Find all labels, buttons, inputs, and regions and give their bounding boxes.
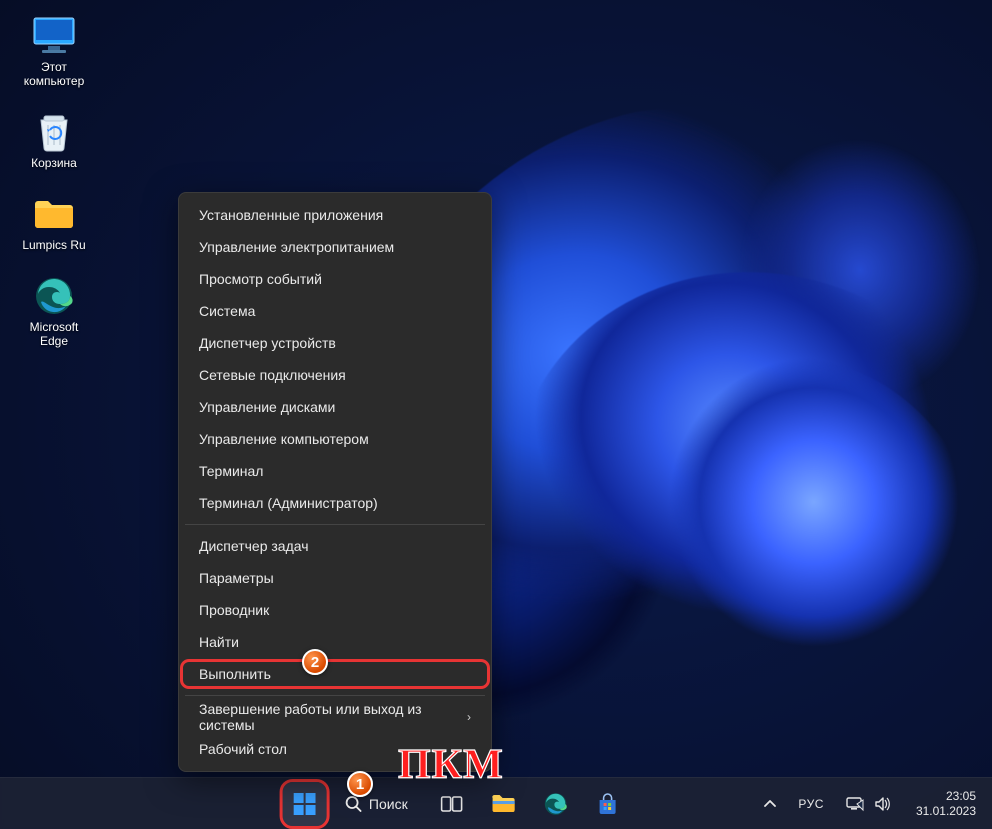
desktop-icon-label: Этот компьютер xyxy=(24,60,85,88)
desktop-icon-this-pc[interactable]: Этот компьютер xyxy=(14,12,94,92)
chevron-right-icon: › xyxy=(467,710,471,724)
menu-item-label: Система xyxy=(199,303,255,319)
menu-item-label: Управление электропитанием xyxy=(199,239,394,255)
menu-item-network-connections[interactable]: Сетевые подключения xyxy=(179,359,491,391)
menu-item-label: Проводник xyxy=(199,602,269,618)
menu-item-label: Терминал (Администратор) xyxy=(199,495,378,511)
network-icon xyxy=(846,796,864,812)
menu-item-label: Управление дисками xyxy=(199,399,335,415)
menu-item-disk-management[interactable]: Управление дисками xyxy=(179,391,491,423)
annotation-rmb-label: ПКМ xyxy=(398,741,504,789)
menu-item-task-manager[interactable]: Диспетчер задач xyxy=(179,530,491,562)
menu-item-label: Терминал xyxy=(199,463,263,479)
taskbar-search-label: Поиск xyxy=(369,796,408,812)
start-button[interactable] xyxy=(283,782,327,826)
menu-item-device-manager[interactable]: Диспетчер устройств xyxy=(179,327,491,359)
menu-item-label: Диспетчер устройств xyxy=(199,335,336,351)
menu-item-label: Выполнить xyxy=(199,666,271,682)
menu-separator xyxy=(185,524,485,525)
menu-item-label: Управление компьютером xyxy=(199,431,369,447)
menu-item-label: Диспетчер задач xyxy=(199,538,309,554)
clock-date: 31.01.2023 xyxy=(916,804,976,819)
chevron-up-icon xyxy=(763,797,777,811)
menu-item-label: Установленные приложения xyxy=(199,207,383,223)
start-context-menu: Установленные приложения Управление элек… xyxy=(178,192,492,772)
taskbar-system-tray: РУС 23:05 31.01.2023 xyxy=(754,778,984,829)
menu-item-settings[interactable]: Параметры xyxy=(179,562,491,594)
monitor-icon xyxy=(31,16,77,56)
menu-item-label: Сетевые подключения xyxy=(199,367,346,383)
edge-icon xyxy=(544,792,568,816)
menu-item-power-options[interactable]: Управление электропитанием xyxy=(179,231,491,263)
menu-item-system[interactable]: Система xyxy=(179,295,491,327)
edge-icon xyxy=(31,276,77,316)
menu-item-shutdown-signout[interactable]: Завершение работы или выход из системы › xyxy=(179,701,491,733)
annotation-badge-1: 1 xyxy=(347,771,373,797)
desktop-icon-edge[interactable]: Microsoft Edge xyxy=(14,272,94,352)
windows-logo-icon xyxy=(294,793,316,815)
recycle-bin-icon xyxy=(31,112,77,152)
desktop-wallpaper xyxy=(0,0,992,829)
desktop-icons-area: Этот компьютер Корзина Lumpics Ru Micros… xyxy=(14,12,94,352)
desktop-icon-folder-lumpics[interactable]: Lumpics Ru xyxy=(14,190,94,256)
menu-item-terminal-admin[interactable]: Терминал (Администратор) xyxy=(179,487,491,519)
menu-item-label: Параметры xyxy=(199,570,274,586)
task-view-icon xyxy=(441,794,463,814)
search-icon xyxy=(345,795,363,813)
menu-item-installed-apps[interactable]: Установленные приложения xyxy=(179,199,491,231)
language-indicator[interactable]: РУС xyxy=(792,793,830,815)
menu-item-label: Найти xyxy=(199,634,239,650)
tray-network-volume[interactable] xyxy=(836,792,902,816)
desktop-icon-label: Microsoft Edge xyxy=(30,320,79,348)
menu-item-label: Просмотр событий xyxy=(199,271,322,287)
store-icon xyxy=(596,792,620,816)
menu-item-terminal[interactable]: Терминал xyxy=(179,455,491,487)
tray-overflow-button[interactable] xyxy=(754,788,786,820)
folder-icon xyxy=(31,194,77,234)
menu-item-label: Рабочий стол xyxy=(199,741,287,757)
volume-icon xyxy=(874,796,892,812)
desktop-icon-label: Корзина xyxy=(31,156,77,170)
taskbar-edge[interactable] xyxy=(534,782,578,826)
taskbar-microsoft-store[interactable] xyxy=(586,782,630,826)
menu-item-search[interactable]: Найти xyxy=(179,626,491,658)
annotation-badge-2: 2 xyxy=(302,649,328,675)
menu-item-label: Завершение работы или выход из системы xyxy=(199,701,467,733)
menu-item-event-viewer[interactable]: Просмотр событий xyxy=(179,263,491,295)
clock-time: 23:05 xyxy=(946,789,976,804)
menu-item-file-explorer[interactable]: Проводник xyxy=(179,594,491,626)
desktop-icon-label: Lumpics Ru xyxy=(22,238,85,252)
folder-icon xyxy=(491,793,517,815)
menu-item-computer-management[interactable]: Управление компьютером xyxy=(179,423,491,455)
menu-separator xyxy=(185,695,485,696)
desktop-icon-recycle-bin[interactable]: Корзина xyxy=(14,108,94,174)
menu-item-run[interactable]: Выполнить xyxy=(179,658,491,690)
taskbar-clock[interactable]: 23:05 31.01.2023 xyxy=(908,787,984,821)
